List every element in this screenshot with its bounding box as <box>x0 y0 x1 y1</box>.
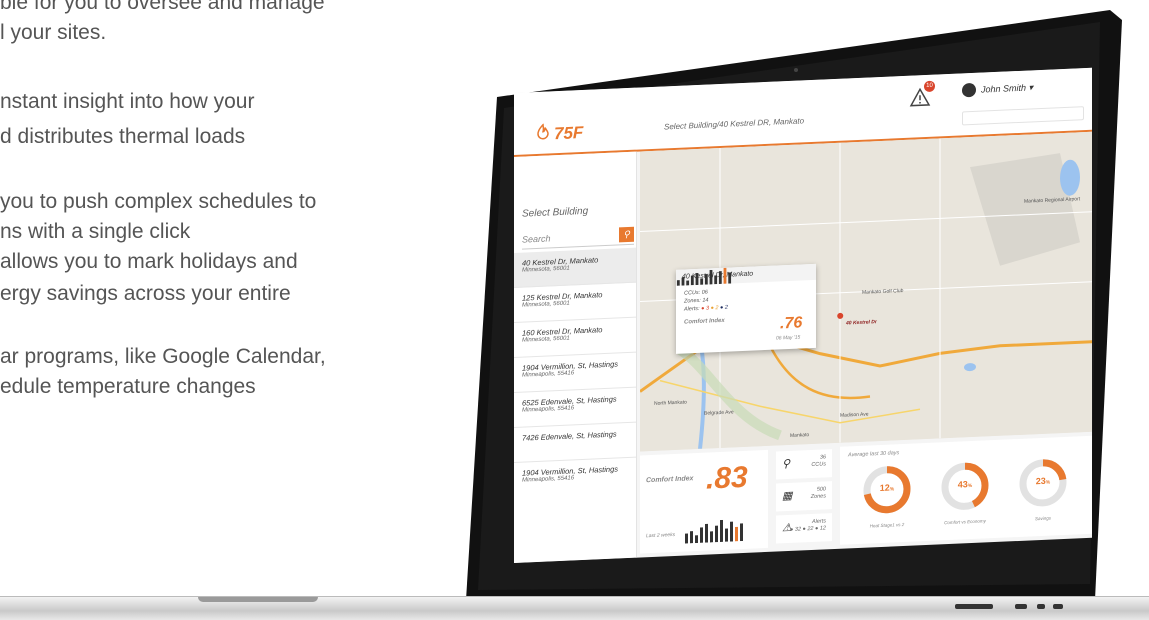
breadcrumb[interactable]: Select Building/40 Kestrel DR, Mankato <box>664 116 804 131</box>
comfort-economy-label: Comfort vs Economy <box>944 518 986 526</box>
spark-bar <box>695 272 699 286</box>
spark-bar <box>705 523 708 543</box>
building-name: 7426 Edenvale, St, Hastings <box>522 429 617 443</box>
laptop-notch <box>198 597 318 602</box>
search-icon[interactable]: ⚲ <box>619 226 634 243</box>
alert-count-critical: ● 3 <box>701 305 710 312</box>
spark-bar <box>714 275 718 285</box>
alert-count-badge: 10 <box>924 80 935 93</box>
spark-bar <box>709 269 713 285</box>
spark-bar <box>690 531 693 544</box>
spark-bar <box>695 535 698 544</box>
map-label: Mankato <box>790 432 810 439</box>
building-list-item[interactable]: 1904 Vermillion, St, Hastings Minneapoli… <box>514 352 636 393</box>
spark-bar <box>685 533 688 544</box>
building-list-item[interactable]: 40 Kestrel Dr, Mankato Minnesota, 56001 <box>514 247 636 288</box>
building-list-item[interactable]: 125 Kestrel Dr, Mankato Minnesota, 56001 <box>514 282 636 323</box>
spark-bar <box>735 526 738 542</box>
spark-bar <box>700 527 703 543</box>
spark-bar <box>710 531 713 543</box>
building-sidebar: Select Building Search ⚲ 40 Kestrel Dr, … <box>514 151 637 563</box>
comfort-index-value: .83 <box>706 460 748 496</box>
spark-bar <box>720 519 723 543</box>
building-search-input[interactable]: Search ⚲ <box>522 226 634 250</box>
spark-bar <box>704 274 708 285</box>
period-label: Last 2 weeks <box>646 531 676 540</box>
dashboard-cards: Comfort Index .83 Last 2 weeks ⚲ 36 CCUs… <box>640 435 1092 558</box>
app-logo[interactable]: 75F <box>536 122 583 145</box>
spark-bar <box>730 521 733 542</box>
user-name: John Smith ▾ <box>981 81 1034 95</box>
spark-bar <box>728 272 732 284</box>
popup-comfort-sparkbars <box>676 267 732 286</box>
spark-bar <box>718 271 722 285</box>
map-label: Madison Ave <box>840 411 869 419</box>
comfort-index-card: Comfort Index .83 Last 2 weeks <box>640 449 768 554</box>
ccus-stat[interactable]: ⚲ 36 CCUs <box>776 449 832 480</box>
savings-label: Savings <box>1034 515 1051 522</box>
sidebar-title: Select Building <box>522 205 589 220</box>
spark-bar <box>700 278 704 285</box>
comfort-index-label: Comfort Index <box>646 475 694 485</box>
spark-bar <box>676 280 680 286</box>
flame-icon <box>536 122 550 145</box>
popup-comfort-value: .76 <box>780 314 803 333</box>
spark-bar <box>690 275 694 286</box>
spark-bar <box>723 267 727 284</box>
alerts-stat[interactable]: ⚠ Alerts ● 32 ● 22 ● 12 <box>776 513 832 544</box>
average-label: Average last 30 days <box>848 450 900 459</box>
popup-comfort-label: Comfort Index <box>684 317 725 326</box>
spark-bar <box>715 525 718 543</box>
zones-count: 500 Zones <box>810 486 826 501</box>
building-list: 40 Kestrel Dr, Mankato Minnesota, 56001 … <box>514 247 636 498</box>
search-placeholder: Search <box>522 233 551 245</box>
comfort-index-sparkbars <box>685 519 743 544</box>
ccus-count: 36 CCUs <box>811 454 826 469</box>
building-list-item[interactable]: 1904 Vermillion, St, Hastings Minneapoli… <box>514 458 636 498</box>
map-pin-icon[interactable]: ● <box>836 307 844 323</box>
building-info-popup[interactable]: 40 Kestrel Dr, Mankato CCUs: 06 Zones: 1… <box>676 263 816 354</box>
zones-stat[interactable]: ▦ 500 Zones <box>776 481 832 512</box>
building-list-item[interactable]: 6525 Edenvale, St, Hastings Minneapolis,… <box>514 387 636 428</box>
building-map[interactable]: Mankato Golf Club Mankato Regional Airpo… <box>640 131 1092 452</box>
spark-bar <box>725 528 728 542</box>
alerts-count: Alerts ● 32 ● 22 ● 12 <box>790 518 826 533</box>
building-list-item[interactable]: 7426 Edenvale, St, Hastings <box>514 422 636 463</box>
avatar <box>962 82 976 98</box>
popup-meta: CCUs: 06 Zones: 14 Alerts: ● 3 ● 2 ● 2 <box>684 288 728 314</box>
top-search-box[interactable] <box>962 106 1084 126</box>
spark-bar <box>740 523 743 542</box>
app-screen: 75F Select Building/40 Kestrel DR, Manka… <box>514 67 1092 563</box>
user-menu[interactable]: John Smith ▾ <box>962 80 1034 98</box>
laptop-base <box>0 596 1149 620</box>
map-marker-icon: ⚲ <box>782 457 791 471</box>
spark-bar <box>686 280 690 286</box>
popup-date: 06 May '15 <box>776 334 801 342</box>
laptop-ports <box>955 604 1065 610</box>
spark-bar <box>681 277 685 286</box>
savings-card: Average last 30 days 12% Heat Stage1 vs … <box>840 435 1092 545</box>
popup-alerts: Alerts: ● 3 ● 2 ● 2 <box>684 304 728 313</box>
heat-stage-label: Heat Stage1 vs 2 <box>869 521 905 529</box>
alert-count-warning: ● 2 <box>710 305 719 312</box>
building-icon: ▦ <box>782 489 793 503</box>
logo-text: 75F <box>554 122 584 143</box>
building-list-item[interactable]: 160 Kestrel Dr, Mankato Minnesota, 56001 <box>514 317 636 358</box>
alert-count-info: ● 2 <box>720 304 728 312</box>
